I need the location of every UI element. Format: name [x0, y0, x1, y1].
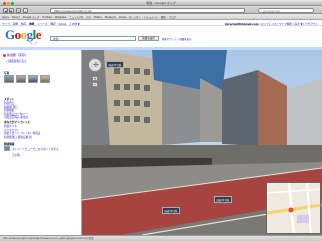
- address-bar[interactable]: http://maps.google.co.jp/: [50, 7, 245, 13]
- browser-window: 新宿 - Google マップ ◀ ▶ ↻ + http://maps.goog…: [0, 0, 322, 241]
- gbar-translate[interactable]: 翻訳: [50, 22, 55, 25]
- bookmark-item[interactable]: 人気: [86, 15, 91, 19]
- gbar-news[interactable]: ニュース: [37, 22, 47, 25]
- bookmark-item[interactable]: 翻訳: [161, 15, 166, 19]
- maps-search-button[interactable]: 地図を検索: [138, 36, 159, 41]
- results-sidebar: 新宿駅（東京） « 検索結果に戻る 写真 スポット 新宿西口 新宿駅 西口 新宿…: [0, 50, 82, 235]
- logo-letter: G: [5, 27, 15, 42]
- building-dark: [222, 70, 258, 146]
- street-label[interactable]: 国道20号線: [214, 196, 232, 203]
- bookmark-item[interactable]: ニュース (2): [69, 15, 83, 19]
- window-title: 新宿 - Google マップ: [146, 1, 176, 5]
- compass-icon: ✛: [93, 61, 99, 69]
- bookmark-item[interactable]: Yahoo!: [12, 16, 20, 19]
- status-bar: http://maps.google.co.jp/maps?f=q&source…: [0, 235, 322, 241]
- back-button[interactable]: ◀: [3, 7, 8, 13]
- google-bar: ウェブ 画像 動画 地図 ニュース 翻訳 Gmail その他 ▼ mlcarlo…: [0, 21, 322, 26]
- logo-letter: e: [35, 27, 42, 42]
- bookmark-item[interactable]: Facebook: [105, 16, 116, 19]
- street-label[interactable]: 国道20号線: [162, 207, 180, 214]
- photo-thumbnail[interactable]: [16, 75, 26, 83]
- bookmark-item[interactable]: ドキュメント: [144, 15, 158, 19]
- street-label[interactable]: 国道20号線: [106, 61, 124, 68]
- street-view-panorama[interactable]: ✛ + − 国道20号線 国道20号線 国道20号線: [82, 50, 322, 235]
- mini-map[interactable]: [266, 182, 321, 234]
- building-right: [287, 78, 322, 150]
- gbar-more[interactable]: その他 ▼: [69, 22, 80, 25]
- user-email: mlcarlos88@gmail.com: [224, 23, 259, 26]
- maps-search-input[interactable]: 新宿: [50, 36, 136, 41]
- photo-thumbnail[interactable]: [28, 75, 38, 83]
- forward-arrow-icon: ▶: [10, 8, 13, 13]
- add-bookmark-button[interactable]: +: [23, 7, 28, 13]
- logo-subtitle: マップ: [30, 42, 38, 45]
- google-maps-logo[interactable]: Google: [5, 28, 43, 43]
- pan-control[interactable]: ✛: [88, 58, 102, 72]
- zoom-out-button[interactable]: −: [92, 82, 98, 87]
- user-links: mlcarlos88@gmail.com | マイプレイス | ウェブ履歴 | …: [224, 22, 318, 26]
- plus-icon: +: [24, 8, 27, 13]
- mini-map-roads: [267, 183, 320, 233]
- location-marker-icon: [288, 207, 294, 213]
- browser-toolbar: ◀ ▶ ↻ + http://maps.google.co.jp/ google…: [0, 6, 322, 14]
- search-options-link[interactable]: 検索オプション 地図を表示: [162, 37, 191, 41]
- gbar-web[interactable]: ウェブ: [2, 22, 10, 25]
- gbar-video[interactable]: 動画: [21, 22, 26, 25]
- streetview-link[interactable]: ストリートビューでこのスポットを見る: [12, 147, 59, 151]
- photo-thumbnail[interactable]: [4, 75, 14, 83]
- gbar-images[interactable]: 画像: [13, 22, 18, 25]
- streetview-icon: [4, 146, 10, 151]
- gbar-gmail[interactable]: Gmail: [59, 23, 67, 25]
- reload-button[interactable]: ↻: [16, 7, 21, 13]
- account-links[interactable]: | マイプレイス | ウェブ履歴 | 設定 ▼ | ログアウト: [259, 23, 318, 25]
- photo-thumbnail[interactable]: [40, 75, 50, 83]
- bookmarks-bar: Apple Yahoo! Google マップ YouTube Wikipedi…: [0, 14, 322, 20]
- back-arrow-icon: ◀: [4, 8, 7, 13]
- reload-icon: ↻: [17, 8, 20, 13]
- footer-link[interactable]: その他: [12, 153, 20, 157]
- zoom-in-button[interactable]: +: [92, 76, 98, 81]
- bookmark-item[interactable]: Google マップ: [23, 15, 39, 19]
- bookmark-item[interactable]: Twitter: [94, 16, 102, 19]
- spot-link[interactable]: 小田急百貨店 新宿店: [4, 115, 28, 119]
- forward-button[interactable]: ▶: [9, 7, 14, 13]
- bookmark-item[interactable]: Apple: [2, 16, 9, 19]
- bookmark-item[interactable]: カレンダー: [129, 15, 141, 19]
- browser-search-field[interactable]: googlemap: [258, 7, 314, 13]
- map-pin-icon: [3, 53, 6, 57]
- related-link[interactable]: 新宿駅東口 駅前広場 前: [4, 135, 32, 139]
- back-to-results-link[interactable]: « 検索結果に戻る: [6, 59, 27, 63]
- gbar-maps[interactable]: 地図: [29, 22, 34, 25]
- place-title[interactable]: 新宿駅（東京）: [3, 53, 28, 57]
- bookmark-item[interactable]: Wikipedia: [55, 16, 67, 19]
- bookmark-item[interactable]: YouTube: [42, 16, 52, 19]
- bookmark-item[interactable]: Gmail: [119, 16, 126, 19]
- bookmark-item[interactable]: ブログ: [169, 15, 176, 19]
